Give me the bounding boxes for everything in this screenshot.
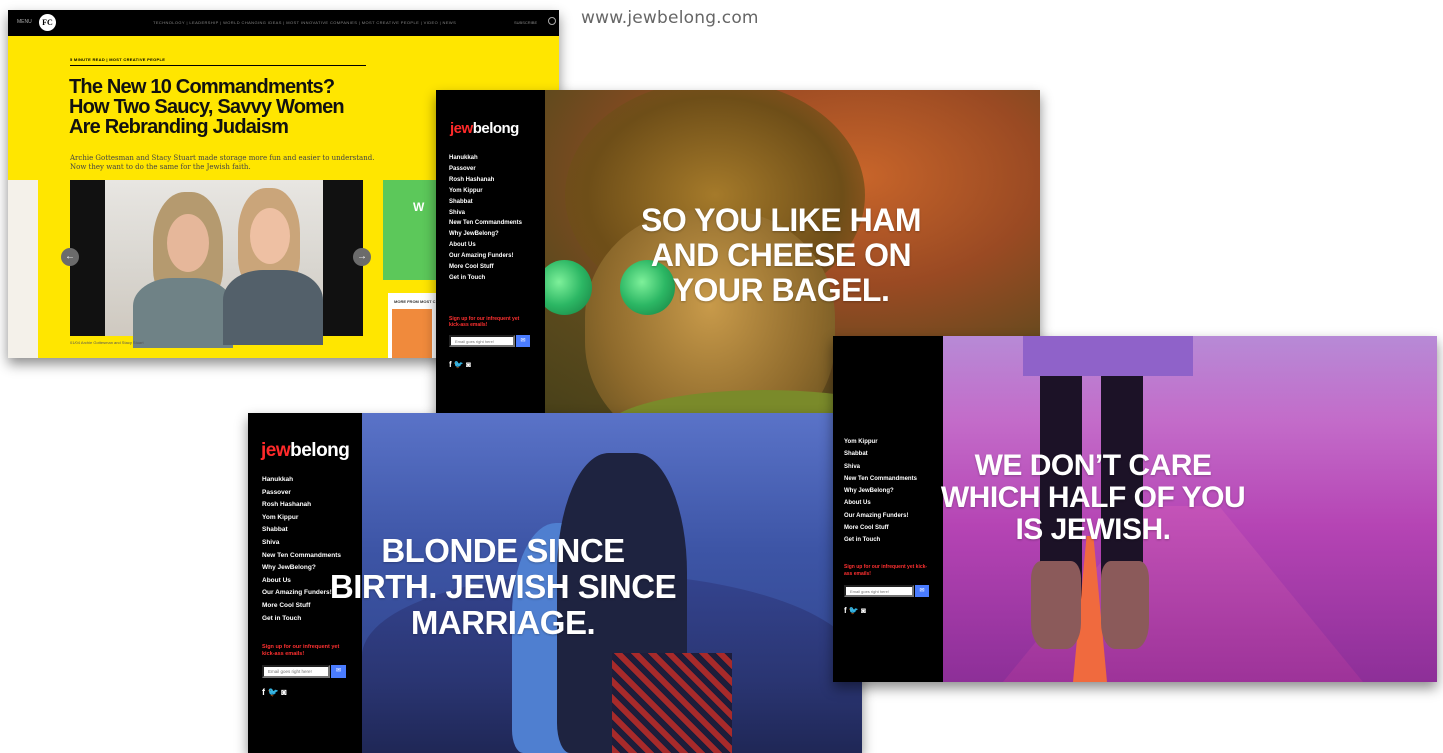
nav-item[interactable]: Passover [449,164,522,175]
fc-photo-caption: 01/04 Archie Gottesman and Stacy Stuart [70,340,144,345]
fc-subscribe-link[interactable]: SUBSCRIBE [514,20,537,25]
signup-text: Sign up for our infrequent yet kick-ass … [262,644,340,657]
shirt [1023,336,1193,376]
fc-ad-text: W [413,200,425,214]
email-field[interactable] [262,665,330,678]
nav-item[interactable]: Why JewBelong? [449,229,522,240]
fc-left-column [8,180,38,358]
fc-top-bar: MENU FC TECHNOLOGY | LEADERSHIP | WORLD … [8,10,559,36]
email-send-icon[interactable]: ✉ [331,665,346,678]
fc-logo[interactable]: FC [39,14,56,31]
jewbelong-nav: Hanukkah Passover Rosh Hashanah Yom Kipp… [449,153,522,284]
slideshow-prev-arrow-icon[interactable]: ← [61,248,79,266]
person-face [250,208,290,264]
nav-item[interactable]: More Cool Stuff [449,262,522,273]
fc-more-thumbnail[interactable] [392,309,432,358]
nav-item[interactable]: Hanukkah [449,153,522,164]
jewbelong-logo[interactable]: jewbelong [450,120,519,137]
social-icons[interactable]: f 🐦 ◙ [262,687,287,698]
headline-blonde: BLONDE SINCE BIRTH. JEWISH SINCE MARRIAG… [329,532,677,641]
nav-item[interactable]: Rosh Hashanah [449,175,522,186]
jewbelong-nav: Yom Kippur Shabbat Shiva New Ten Command… [844,436,917,547]
logo-belong: belong [290,440,350,461]
nav-item[interactable]: Why JewBelong? [844,485,917,497]
person-body [223,270,323,345]
nav-item[interactable]: Passover [262,487,341,500]
website-url: www.jewbelong.com [581,8,759,28]
signup-text: Sign up for our infrequent yet kick-ass … [449,316,520,328]
boot [1031,561,1081,649]
fc-article-dek: Archie Gottesman and Stacy Stuart made s… [70,154,375,171]
jewbelong-logo[interactable]: jewbelong [261,440,350,462]
nav-item[interactable]: About Us [449,240,522,251]
fc-photo-slideshow [70,180,363,348]
nav-item[interactable]: New Ten Commandments [844,473,917,485]
boot [1101,561,1149,649]
signup-text: Sign up for our infrequent yet kick-ass … [844,564,928,577]
nav-item[interactable]: Get in Touch [844,534,917,546]
logo-belong: belong [472,120,520,137]
nav-item[interactable]: Yom Kippur [449,186,522,197]
jewbelong-sidebar: jewbelong Hanukkah Passover Rosh Hashana… [436,90,545,435]
person-body [133,278,233,348]
fc-article-title: The New 10 Commandments? How Two Saucy, … [69,76,345,138]
nav-item[interactable]: Rosh Hashanah [262,499,341,512]
social-icons[interactable]: f 🐦 ◙ [844,606,866,615]
slideshow-next-arrow-icon[interactable]: → [353,248,371,266]
nav-item[interactable]: Get in Touch [449,273,522,284]
jewbelong-half-screenshot: Yom Kippur Shabbat Shiva New Ten Command… [833,336,1437,682]
email-field[interactable] [449,335,515,347]
email-send-icon[interactable]: ✉ [516,335,530,347]
nav-item[interactable]: Our Amazing Funders! [449,251,522,262]
nav-item[interactable]: Shabbat [449,197,522,208]
plaid-shirt [612,653,732,753]
fc-photo [105,180,323,348]
email-field[interactable] [844,585,914,597]
fc-nav[interactable]: TECHNOLOGY | LEADERSHIP | WORLD CHANGING… [153,20,456,25]
fc-menu-link[interactable]: MENU [17,19,32,25]
logo-jew: jew [261,440,291,461]
nav-item[interactable]: Our Amazing Funders! [844,510,917,522]
nav-item[interactable]: Yom Kippur [844,436,917,448]
nav-item[interactable]: New Ten Commandments [449,218,522,229]
logo-jew: jew [450,120,473,137]
sunglass-lens [537,260,592,315]
nav-item[interactable]: About Us [844,497,917,509]
social-icons[interactable]: f 🐦 ◙ [449,360,471,369]
nav-item[interactable]: Yom Kippur [262,512,341,525]
nav-item[interactable]: More Cool Stuff [844,522,917,534]
nav-item[interactable]: Shabbat [844,448,917,460]
headline-half: WE DON’T CARE WHICH HALF OF YOU IS JEWIS… [940,449,1246,546]
fc-divider [70,65,366,66]
nav-item[interactable]: Hanukkah [262,474,341,487]
person-face [167,214,209,272]
email-send-icon[interactable]: ✉ [915,585,929,597]
nav-item[interactable]: Shiva [844,461,917,473]
search-icon[interactable] [548,17,556,25]
jewbelong-sidebar: Yom Kippur Shabbat Shiva New Ten Command… [833,336,943,682]
jewbelong-blonde-screenshot: jewbelong Hanukkah Passover Rosh Hashana… [248,413,862,753]
fc-more-title: MORE FROM MOST C [394,299,436,304]
nav-item[interactable]: Shiva [449,208,522,219]
headline-ham: SO YOU LIKE HAM AND CHEESE ON YOUR BAGEL… [641,202,921,308]
fc-kicker: 5 MINUTE READ | MOST CREATIVE PEOPLE [70,57,166,62]
